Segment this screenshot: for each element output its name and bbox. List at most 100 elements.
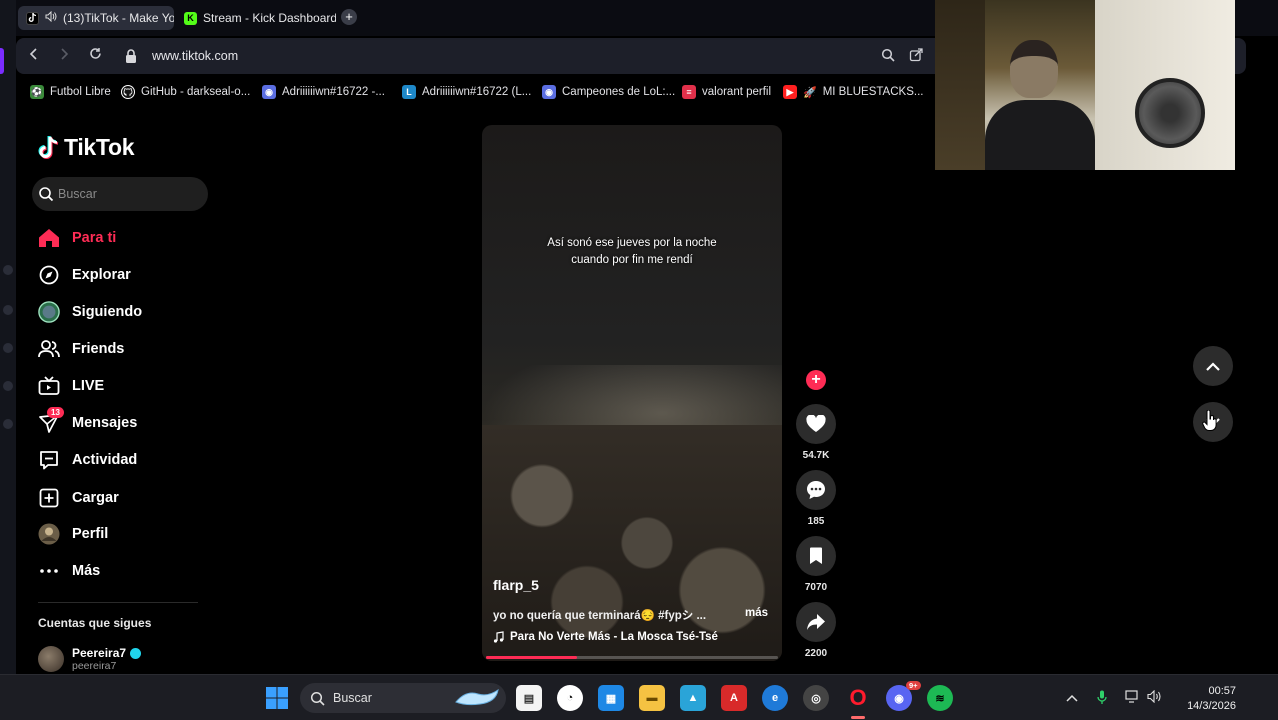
bookmark-count: 7070	[804, 582, 828, 593]
nav-live[interactable]: LIVE	[38, 372, 104, 400]
screen: (13)TikTok - Make You K Stream - Kick Da…	[0, 0, 1278, 720]
chevron-left-icon	[29, 48, 37, 60]
edge-icon[interactable]: e	[762, 685, 788, 711]
dial-app-icon[interactable]: ◔	[557, 685, 583, 711]
sidebar-shortcut-icon[interactable]	[3, 381, 13, 391]
nav-friends[interactable]: Friends	[38, 335, 124, 363]
taskbar-clock[interactable]: 00:57 14/3/2026	[1172, 684, 1236, 714]
discord-icon: ◉	[262, 85, 276, 99]
home-icon	[38, 227, 60, 249]
video-author[interactable]: flarp_5	[493, 577, 539, 593]
back-button[interactable]	[24, 46, 44, 66]
bookmark-item[interactable]: ≡ valorant perfil	[682, 83, 771, 101]
microphone-icon[interactable]	[1094, 690, 1110, 706]
nav-label: Siguiendo	[72, 304, 143, 320]
plus-icon: +	[345, 9, 353, 24]
verified-icon	[130, 647, 142, 659]
comment-button[interactable]: 185	[796, 470, 836, 527]
unread-badge: 13	[47, 407, 64, 418]
bookmark-button[interactable]: 7070	[796, 536, 836, 593]
upload-plus-icon	[38, 487, 60, 509]
discord-icon: ◉	[542, 85, 556, 99]
nav-actividad[interactable]: Actividad	[38, 446, 137, 474]
bookmark-item[interactable]: ◉ Adriiiiiiwn#16722 -...	[262, 83, 385, 101]
discord-icon[interactable]: ◉ 9+	[886, 681, 921, 711]
new-tab-button[interactable]: +	[341, 9, 357, 25]
tiktok-logo[interactable]: TikTok	[38, 134, 135, 161]
chevron-up-icon[interactable]	[1064, 690, 1080, 706]
network-icon[interactable]	[1124, 690, 1140, 706]
share-count: 2200	[804, 648, 828, 659]
obs-icon[interactable]: ◎	[803, 685, 829, 711]
bookmark-item[interactable]: ⚽ Futbol Libre	[30, 83, 111, 101]
account-name: Peereira7	[72, 646, 142, 660]
url-field[interactable]: www.tiktok.com	[152, 49, 238, 63]
avatar	[38, 646, 64, 672]
reload-icon	[89, 48, 101, 59]
taskbar-search-label: Buscar	[333, 691, 372, 705]
sidebar-shortcut-icon[interactable]	[3, 265, 13, 275]
rocket-icon: 🚀	[803, 86, 817, 99]
more-dots-icon	[38, 560, 60, 582]
share-page-icon[interactable]	[908, 48, 924, 64]
share-button[interactable]: 2200	[796, 602, 836, 659]
search-icon	[39, 187, 54, 202]
previous-video-button[interactable]	[1193, 346, 1233, 386]
search-input[interactable]: Buscar	[32, 177, 208, 211]
windows-start-icon[interactable]	[264, 685, 290, 711]
bookmark-label: Futbol Libre	[50, 86, 111, 98]
more-button[interactable]: más	[745, 607, 768, 619]
nav-label: Perfil	[72, 526, 109, 542]
volume-icon[interactable]	[1146, 689, 1162, 706]
nav-label: Para ti	[72, 230, 117, 246]
following-account[interactable]: Peereira7 peereira7	[38, 646, 142, 672]
adobe-icon[interactable]: A	[721, 685, 747, 711]
opera-icon[interactable]: O	[845, 685, 871, 711]
spotify-icon[interactable]: ≋	[927, 685, 953, 711]
nav-siguiendo[interactable]: Siguiendo	[38, 298, 142, 326]
nav-cargar[interactable]: Cargar	[38, 484, 119, 512]
webcam-person	[985, 40, 1095, 170]
bookmark-label: Adriiiiiiwn#16722 -...	[282, 86, 385, 98]
bookmark-item[interactable]: ▶ 🚀 MI BLUESTACKS...	[783, 83, 923, 101]
nav-label: Mensajes	[72, 415, 138, 431]
store-icon[interactable]: ▦	[598, 685, 624, 711]
chevron-right-icon	[61, 48, 69, 60]
video-player[interactable]: Así sonó ese jueves por la noche cuando …	[482, 125, 782, 661]
discord-badge: 9+	[906, 681, 921, 690]
nav-explorar[interactable]: Explorar	[38, 261, 131, 289]
tab-tiktok[interactable]: (13)TikTok - Make You	[18, 6, 174, 30]
taskbar-search-input[interactable]: Buscar	[300, 683, 506, 713]
bookmark-item[interactable]: ◉ Campeones de LoL:...	[542, 83, 675, 101]
file-explorer-icon[interactable]: ▬	[639, 685, 665, 711]
message-square-icon	[38, 449, 60, 471]
video-music[interactable]: Para No Verte Más - La Mosca Tsé-Tsé	[493, 631, 718, 643]
sidebar-shortcut-icon[interactable]	[3, 419, 13, 429]
nav-mas[interactable]: Más	[38, 557, 100, 585]
sidebar-shortcut-icon[interactable]	[3, 305, 13, 315]
tiktok-note-icon	[38, 135, 59, 159]
nav-para-ti[interactable]: Para ti	[38, 224, 116, 252]
nav-perfil[interactable]: Perfil	[38, 520, 108, 548]
forward-button[interactable]	[54, 46, 74, 66]
like-button[interactable]: 54.7K	[796, 404, 836, 461]
account-handle: peereira7	[72, 660, 117, 672]
bookmark-label: Adriiiiiiwn#16722 (L...	[422, 86, 532, 98]
video-progress-bar[interactable]	[486, 656, 778, 659]
notepad-icon[interactable]: ▤	[516, 685, 542, 711]
search-icon[interactable]	[880, 48, 896, 64]
video-caption-overlay: Así sonó ese jueves por la noche cuando …	[482, 235, 782, 269]
bookmark-item[interactable]: L Adriiiiiiwn#16722 (L...	[402, 83, 531, 101]
follow-button[interactable]: +	[806, 370, 826, 390]
sidebar-shortcut-icon[interactable]	[3, 343, 13, 353]
webcam-overlay	[935, 0, 1235, 170]
hand-cursor-icon	[1202, 410, 1217, 431]
speaker-icon[interactable]	[45, 10, 57, 25]
reload-button[interactable]	[85, 46, 105, 66]
lock-icon[interactable]	[124, 48, 138, 64]
photos-icon[interactable]: ▲	[680, 685, 706, 711]
tab-kick[interactable]: K Stream - Kick Dashboard	[176, 6, 336, 30]
search-placeholder: Buscar	[58, 187, 97, 201]
nav-mensajes[interactable]: 13 Mensajes	[38, 407, 138, 437]
bookmark-item[interactable]: GitHub - darkseal-o...	[121, 83, 250, 101]
